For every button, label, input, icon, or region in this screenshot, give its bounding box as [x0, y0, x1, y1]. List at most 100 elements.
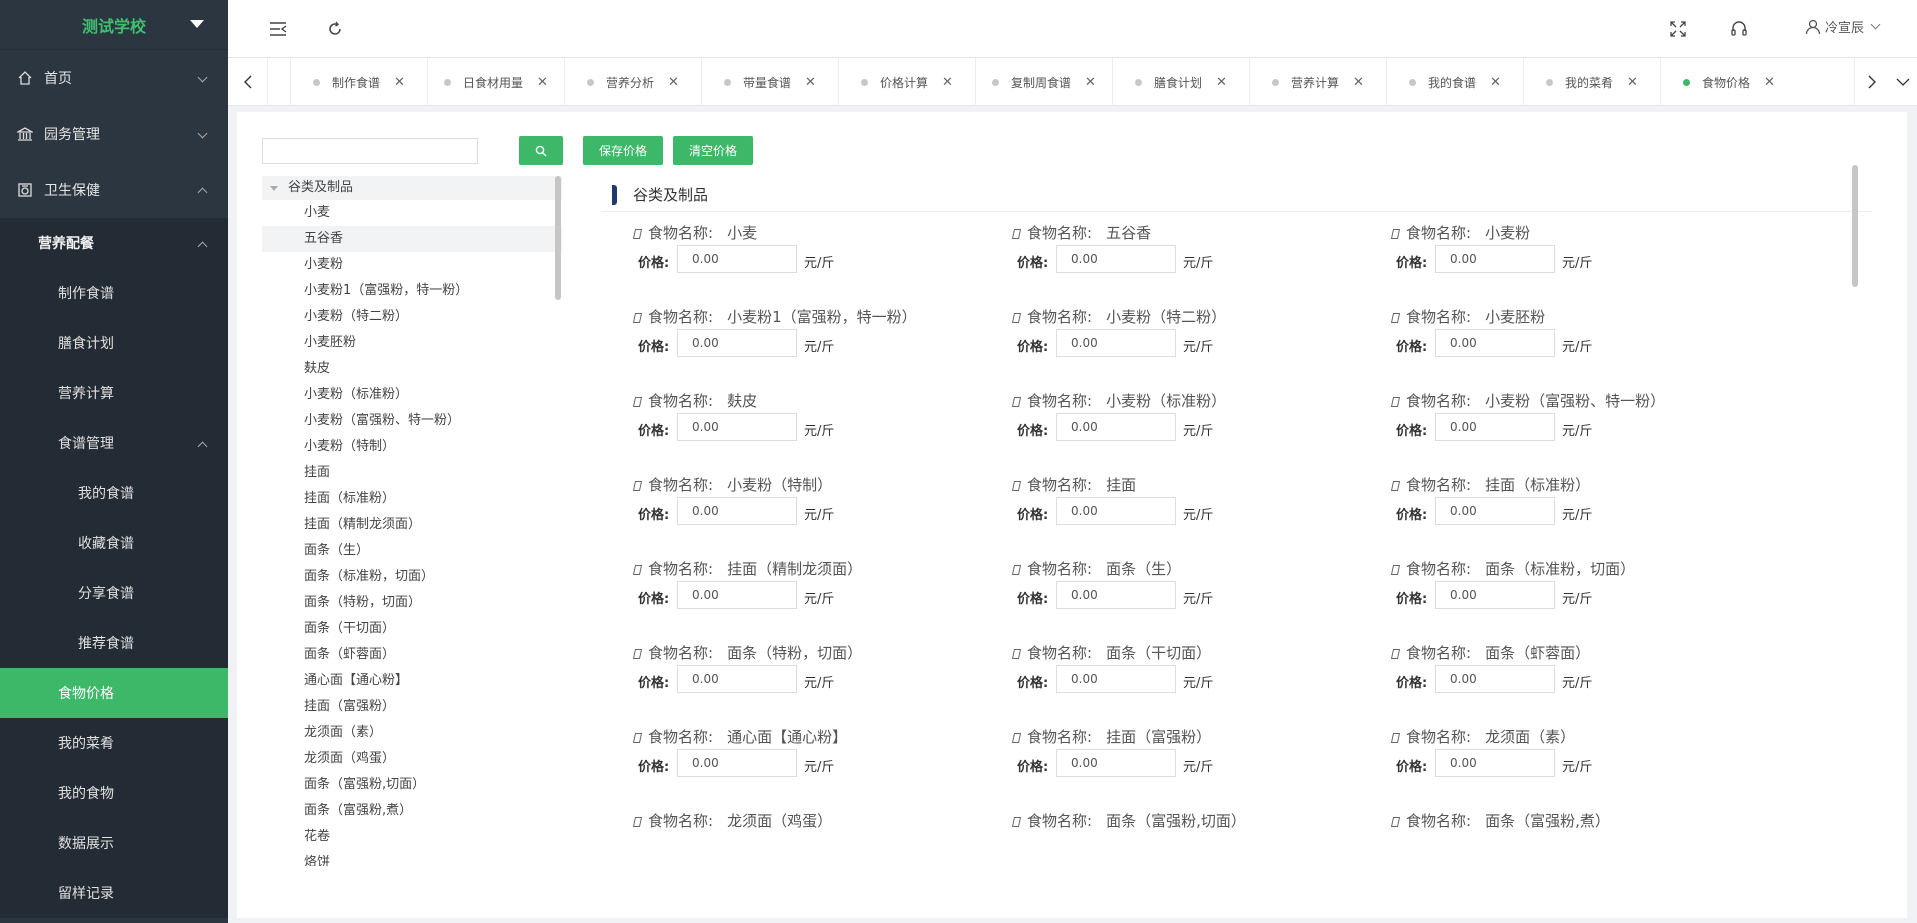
price-input[interactable]: 0.00 — [1435, 665, 1555, 693]
tree-node[interactable]: 小麦粉（特制） — [262, 434, 562, 460]
tab-my-recipes[interactable]: 我的食谱 ✕ — [1386, 58, 1523, 106]
tree-node[interactable]: 面条（富强粉,煮） — [262, 798, 562, 824]
tab-scroll-left-icon[interactable] — [228, 58, 268, 106]
sidebar-item-recipe-mgmt[interactable]: 食谱管理 — [0, 418, 228, 468]
tab-scroll-right-icon[interactable] — [1854, 58, 1889, 106]
tree-node[interactable]: 挂面 — [262, 460, 562, 486]
tree-node[interactable]: 小麦粉 — [262, 252, 562, 278]
caret-down-icon[interactable] — [270, 185, 278, 191]
clear-price-button[interactable]: 清空价格 — [673, 136, 753, 165]
sidebar-item-make-recipe[interactable]: 制作食谱 — [0, 268, 228, 318]
tree-root[interactable]: 谷类及制品 — [262, 176, 562, 200]
price-input[interactable]: 0.00 — [677, 665, 797, 693]
search-button[interactable] — [519, 136, 563, 165]
tab-my-dishes[interactable]: 我的菜肴 ✕ — [1523, 58, 1660, 106]
tree-node[interactable]: 面条（标准粉，切面） — [262, 564, 562, 590]
tab-price-calc[interactable]: 价格计算 ✕ — [838, 58, 975, 106]
close-icon[interactable]: ✕ — [668, 75, 679, 90]
sidebar-item-share-recipes[interactable]: 分享食谱 — [0, 568, 228, 618]
close-icon[interactable]: ✕ — [1353, 75, 1364, 90]
sidebar-item-campus[interactable]: 园务管理 — [0, 106, 228, 162]
price-input[interactable]: 0.00 — [1435, 749, 1555, 777]
tree-node[interactable]: 面条（富强粉,切面） — [262, 772, 562, 798]
tree-node[interactable]: 面条（干切面） — [262, 616, 562, 642]
sidebar-item-my-recipes[interactable]: 我的食谱 — [0, 468, 228, 518]
tree-node[interactable]: 龙须面（鸡蛋） — [262, 746, 562, 772]
sidebar-item-home[interactable]: 首页 — [0, 50, 228, 106]
price-input[interactable]: 0.00 — [1056, 245, 1176, 273]
close-icon[interactable]: ✕ — [1490, 75, 1501, 90]
close-icon[interactable]: ✕ — [1216, 75, 1227, 90]
sidebar-item-meal-plan[interactable]: 膳食计划 — [0, 318, 228, 368]
close-icon[interactable]: ✕ — [394, 75, 405, 90]
price-input[interactable]: 0.00 — [677, 497, 797, 525]
menu-fold-icon[interactable] — [268, 19, 288, 39]
sidebar-item-sample-records[interactable]: 留样记录 — [0, 868, 228, 918]
price-input[interactable]: 0.00 — [1056, 749, 1176, 777]
price-input[interactable]: 0.00 — [1056, 581, 1176, 609]
grid-scrollbar[interactable] — [1852, 165, 1858, 287]
save-price-button[interactable]: 保存价格 — [583, 136, 663, 165]
price-input[interactable]: 0.00 — [677, 245, 797, 273]
price-input[interactable]: 0.00 — [1056, 497, 1176, 525]
close-icon[interactable]: ✕ — [805, 75, 816, 90]
price-input[interactable]: 0.00 — [1435, 413, 1555, 441]
tree-node[interactable]: 小麦粉（标准粉） — [262, 382, 562, 408]
price-input[interactable]: 0.00 — [1435, 245, 1555, 273]
price-input[interactable]: 0.00 — [677, 329, 797, 357]
sidebar-item-fav-recipes[interactable]: 收藏食谱 — [0, 518, 228, 568]
tab-quantity-recipe[interactable]: 带量食谱 ✕ — [701, 58, 838, 106]
tree-node[interactable]: 面条（特粉，切面） — [262, 590, 562, 616]
tree-node[interactable]: 小麦粉（富强粉、特一粉） — [262, 408, 562, 434]
sidebar-item-nutrition-calc[interactable]: 营养计算 — [0, 368, 228, 418]
user-menu[interactable]: 冷宣辰 — [1805, 17, 1881, 36]
sidebar-item-my-dishes[interactable]: 我的菜肴 — [0, 718, 228, 768]
sidebar-item-nutrition[interactable]: 营养配餐 — [0, 218, 228, 268]
price-input[interactable]: 0.00 — [1435, 329, 1555, 357]
tab-nutrition-analysis[interactable]: 营养分析 ✕ — [564, 58, 701, 106]
tree-node[interactable]: 龙须面（素） — [262, 720, 562, 746]
sidebar-item-recommend-recipes[interactable]: 推荐食谱 — [0, 618, 228, 668]
refresh-icon[interactable] — [325, 19, 345, 39]
close-icon[interactable]: ✕ — [1085, 75, 1096, 90]
tree-node[interactable]: 小麦胚粉 — [262, 330, 562, 356]
tab-nutrition-calc[interactable]: 营养计算 ✕ — [1249, 58, 1386, 106]
search-input[interactable] — [262, 138, 478, 164]
brand-header[interactable]: 测试学校 — [0, 0, 228, 50]
tree-node[interactable]: 挂面（富强粉） — [262, 694, 562, 720]
tab-copy-week-recipe[interactable]: 复制周食谱 ✕ — [975, 58, 1112, 106]
sidebar-item-data-display[interactable]: 数据展示 — [0, 818, 228, 868]
tree-node[interactable]: 花卷 — [262, 824, 562, 850]
price-input[interactable]: 0.00 — [1435, 581, 1555, 609]
tab-daily-usage[interactable]: 日食材用量 ✕ — [427, 58, 564, 106]
sidebar-item-my-foods[interactable]: 我的食物 — [0, 768, 228, 818]
price-input[interactable]: 0.00 — [1435, 497, 1555, 525]
caret-down-icon[interactable] — [190, 20, 204, 28]
tree-node[interactable]: 挂面（精制龙须面） — [262, 512, 562, 538]
tree-node[interactable]: 小麦 — [262, 200, 562, 226]
price-input[interactable]: 0.00 — [677, 749, 797, 777]
tab-meal-plan[interactable]: 膳食计划 ✕ — [1112, 58, 1249, 106]
price-input[interactable]: 0.00 — [677, 581, 797, 609]
tree-node[interactable]: 通心面【通心粉】 — [262, 668, 562, 694]
tree-node[interactable]: 麸皮 — [262, 356, 562, 382]
price-input[interactable]: 0.00 — [1056, 665, 1176, 693]
sidebar-item-food-price[interactable]: 食物价格 — [0, 668, 228, 718]
tree-node[interactable]: 烙饼 — [262, 850, 562, 866]
price-input[interactable]: 0.00 — [677, 413, 797, 441]
close-icon[interactable]: ✕ — [942, 75, 953, 90]
tab-menu-chevron-icon[interactable] — [1889, 58, 1917, 106]
headset-icon[interactable] — [1729, 19, 1749, 39]
close-icon[interactable]: ✕ — [1764, 75, 1775, 90]
price-input[interactable]: 0.00 — [1056, 413, 1176, 441]
sidebar-item-health[interactable]: 卫生保健 — [0, 162, 228, 218]
tree-node[interactable]: 挂面（标准粉） — [262, 486, 562, 512]
tab-food-price[interactable]: 食物价格 ✕ — [1660, 58, 1797, 106]
tree-scrollbar[interactable] — [555, 176, 561, 300]
fullscreen-icon[interactable] — [1668, 19, 1688, 39]
tree-node[interactable]: 五谷香 — [262, 226, 562, 252]
tree-node[interactable]: 面条（生） — [262, 538, 562, 564]
tab-make-recipe[interactable]: 制作食谱 ✕ — [290, 58, 427, 106]
tree-node[interactable]: 小麦粉（特二粉） — [262, 304, 562, 330]
price-input[interactable]: 0.00 — [1056, 329, 1176, 357]
